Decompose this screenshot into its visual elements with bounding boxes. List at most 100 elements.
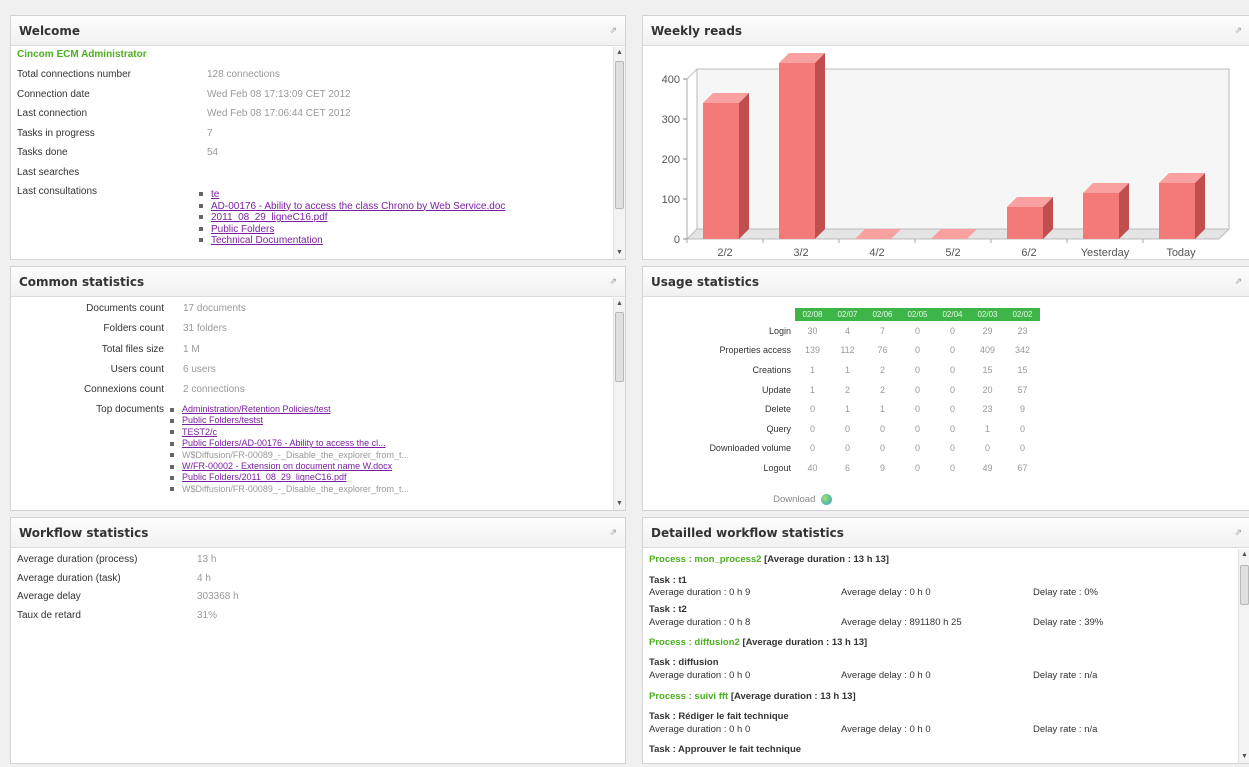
vertical-scrollbar[interactable]: ▲ ▼ (613, 298, 625, 510)
top-document-link[interactable]: Public Folders/2011_08_29_ligneC16.pdf (182, 472, 346, 482)
top-document-item: W$Diffusion/FR-00089_-_Disable_the_explo… (170, 484, 409, 494)
info-value: 7 (207, 127, 213, 139)
task-rate: Delay rate : 0% (1033, 587, 1098, 598)
usage-cell: 49 (982, 462, 993, 473)
usage-cell: 0 (949, 345, 955, 356)
panel-title: Usage statistics (651, 275, 759, 289)
bullet-icon (199, 226, 203, 231)
info-label: Total connections number (17, 69, 131, 80)
process-name: Process : diffusion2 (649, 637, 740, 648)
expand-icon[interactable]: ⇗ (609, 276, 617, 287)
bullet-icon (199, 238, 203, 243)
process-avg: [Average duration : 13 h 13] (730, 691, 856, 702)
stat-label: Folders count (103, 323, 164, 335)
bar[interactable] (703, 93, 749, 239)
vertical-scrollbar[interactable]: ▲ ▼ (613, 47, 625, 259)
scroll-down-icon[interactable]: ▼ (614, 247, 625, 259)
task-name: Task : t2 (649, 604, 687, 615)
top-document-link[interactable]: Administration/Retention Policies/test (182, 404, 331, 414)
bar[interactable] (779, 53, 825, 239)
task-rate: Delay rate : n/a (1033, 724, 1098, 735)
x-tick-label: 4/2 (869, 247, 884, 259)
top-document-link[interactable]: TEST2/c (182, 427, 217, 437)
vertical-scrollbar[interactable]: ▲ ▼ (1238, 549, 1249, 763)
scroll-thumb[interactable] (615, 61, 624, 209)
scroll-up-icon[interactable]: ▲ (1239, 549, 1249, 561)
usage-row-label: Downloaded volume (709, 443, 791, 454)
expand-icon[interactable]: ⇗ (1234, 25, 1242, 36)
usage-cell: 1 (809, 364, 815, 375)
usage-cell: 0 (879, 423, 885, 434)
stat-label: Connexions count (83, 384, 164, 396)
bar-front (779, 63, 815, 239)
usage-cell: 0 (914, 423, 920, 434)
top-document-link[interactable]: Public Folders/AD-00176 - Ability to acc… (182, 438, 386, 448)
usage-cell: 0 (914, 325, 920, 336)
panel-header: Usage statistics ⇗ (643, 267, 1249, 297)
usage-cell: 1 (844, 404, 850, 415)
download-icon[interactable] (821, 494, 832, 505)
usage-cell: 23 (1017, 325, 1028, 336)
expand-icon[interactable]: ⇗ (609, 527, 617, 538)
top-document-item: Public Folders/testst (170, 415, 263, 425)
scroll-up-icon[interactable]: ▲ (614, 298, 625, 310)
top-document-item: Public Folders/2011_08_29_ligneC16.pdf (170, 472, 346, 482)
expand-icon[interactable]: ⇗ (609, 25, 617, 36)
usage-cell: 4 (844, 325, 850, 336)
consultation-link[interactable]: te (211, 189, 219, 200)
bullet-icon (170, 476, 174, 481)
bullet-icon (170, 464, 174, 469)
info-label: Last connection (17, 108, 88, 119)
bullet-icon (199, 215, 203, 220)
stat-label: Total files size (101, 343, 164, 355)
usage-cell: 0 (984, 443, 990, 454)
date-header: 02/04 (935, 308, 970, 321)
workflow-value: 13 h (197, 554, 217, 565)
task-name: Task : diffusion (649, 657, 719, 668)
scroll-thumb[interactable] (615, 312, 624, 382)
scroll-down-icon[interactable]: ▼ (1239, 751, 1249, 763)
process-header: Process : suivi fft [Average duration : … (649, 691, 856, 702)
bar[interactable] (1083, 183, 1129, 239)
scroll-up-icon[interactable]: ▲ (614, 47, 625, 59)
workflow-value: 4 h (197, 572, 211, 584)
date-header: 02/05 (900, 308, 935, 321)
date-header: 02/07 (830, 308, 865, 321)
workflow-body: Average duration (process) 13 h Average du… (11, 549, 625, 763)
top-document-link[interactable]: W/FR-00002 - Extension on document name … (182, 461, 392, 471)
usage-cell: 6 (844, 462, 850, 473)
usage-cell: 112 (840, 345, 855, 356)
panel-header: Workflow statistics ⇗ (11, 518, 625, 548)
expand-icon[interactable]: ⇗ (1234, 276, 1242, 287)
task-name: Task : t1 (649, 575, 687, 586)
usage-cell: 57 (1017, 384, 1028, 395)
task-duration: Average duration : 0 h 0 (649, 670, 751, 681)
top-document-link[interactable]: Public Folders/testst (182, 415, 263, 425)
stat-value: 31 folders (183, 323, 227, 335)
usage-row: Query 0 0 0 0 0 1 0 (643, 419, 1040, 439)
expand-icon[interactable]: ⇗ (1234, 527, 1242, 538)
x-tick-label: Today (1166, 247, 1196, 259)
task-delay: Average delay : 0 h 0 (841, 670, 931, 681)
panel-header: Detailled workflow statistics ⇗ (643, 518, 1249, 548)
usage-cell: 30 (807, 325, 818, 336)
scroll-down-icon[interactable]: ▼ (614, 498, 625, 510)
x-tick-label: 6/2 (1021, 247, 1036, 259)
consultation-link[interactable]: AD-00176 - Ability to access the class C… (211, 201, 505, 212)
download-link[interactable]: Download (707, 494, 832, 505)
info-value: Wed Feb 08 17:13:09 CET 2012 (207, 88, 351, 100)
workflow-value: 31% (197, 609, 218, 621)
process-name: Process : suivi fft (649, 691, 729, 702)
bar[interactable] (1159, 173, 1205, 239)
consultation-link[interactable]: Public Folders (211, 224, 274, 235)
bar[interactable] (1007, 197, 1053, 239)
consultation-link[interactable]: Technical Documentation (211, 235, 323, 246)
scroll-thumb[interactable] (1240, 565, 1249, 605)
consultation-link[interactable]: 2011_08_29_ligneC16.pdf (211, 212, 328, 223)
bullet-icon (170, 430, 174, 435)
stat-value: 6 users (183, 363, 216, 375)
download-label[interactable]: Download (773, 494, 815, 505)
chart-back-wall (696, 68, 1230, 230)
usage-cell: 15 (1017, 364, 1028, 375)
bar-front (1159, 183, 1195, 239)
